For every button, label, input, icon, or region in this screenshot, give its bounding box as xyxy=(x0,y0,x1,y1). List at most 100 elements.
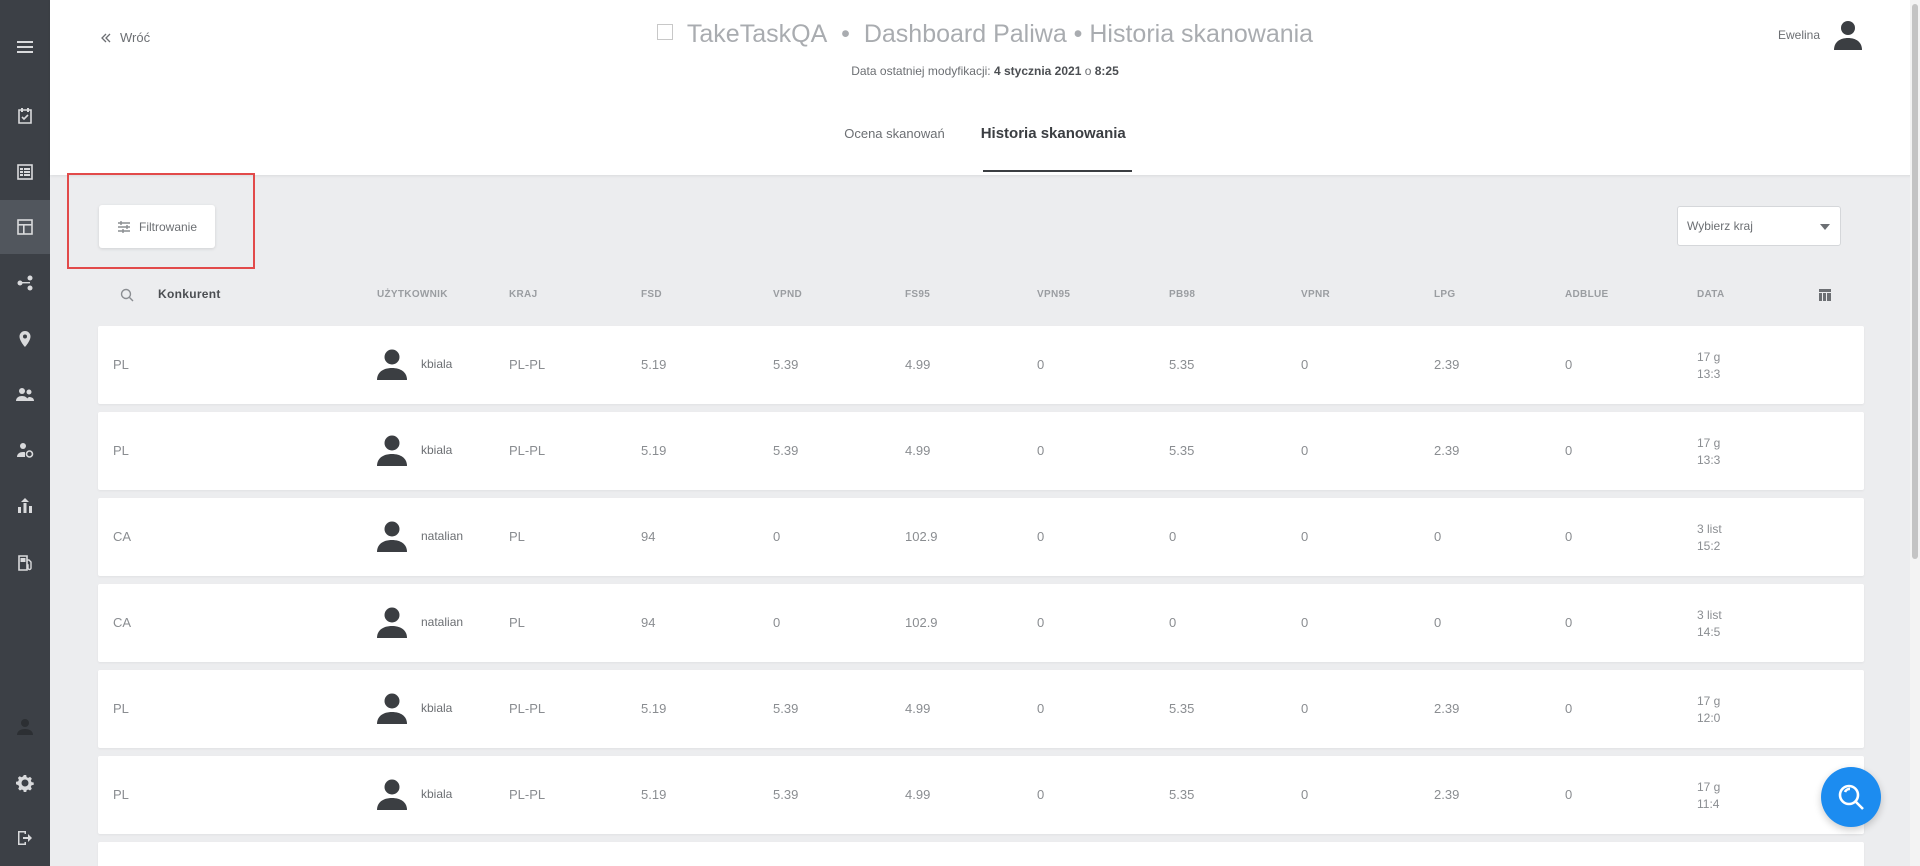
table-row[interactable]: CA natalian PL 94 0 102.9 0 0 0 0 0 3 list 15:2 xyxy=(98,498,1864,576)
page-title-text: Dashboard Paliwa • Historia skanowania xyxy=(863,20,1314,48)
cell-vpnd: 5.39 xyxy=(773,701,799,716)
column-header-competitor[interactable]: Konkurent xyxy=(158,287,221,301)
user-menu[interactable]: Ewelina xyxy=(1778,20,1862,50)
column-header-fsd[interactable]: FSD xyxy=(641,289,662,300)
column-settings-icon[interactable] xyxy=(1818,288,1832,302)
sidebar xyxy=(0,0,50,866)
last-modified-label: Data ostatniej modyfikacji: xyxy=(851,64,991,78)
avatar-icon xyxy=(377,520,407,552)
cell-country: PL xyxy=(509,529,525,544)
cell-fsd: 94 xyxy=(641,615,656,630)
cell-date-day: 17 g xyxy=(1697,694,1721,708)
avatar-icon xyxy=(377,778,407,810)
last-modified-date: 4 stycznia 2021 xyxy=(993,64,1082,78)
menu-icon[interactable] xyxy=(0,20,50,74)
location-icon[interactable] xyxy=(0,312,50,366)
last-modified-time: 8:25 xyxy=(1094,64,1119,78)
fuel-icon[interactable] xyxy=(0,536,50,590)
cell-pb98: 5.35 xyxy=(1169,701,1195,716)
cell-pb98: 5.35 xyxy=(1169,357,1195,372)
user-avatar-icon xyxy=(1834,21,1862,50)
table-row[interactable]: PL kbiala PL-PL 5.19 5.39 4.99 0 5.35 0 2.39 0 17 g… xyxy=(98,756,1864,834)
cell-date-day: 3 list xyxy=(1697,608,1722,622)
scrollbar-thumb[interactable] xyxy=(1912,4,1918,559)
avatar-icon xyxy=(377,606,407,638)
column-header-adblue[interactable]: ADBLUE xyxy=(1565,289,1608,300)
cell-user: natalian xyxy=(421,529,464,543)
cell-vpnr: 0 xyxy=(1301,701,1309,716)
cell-vpnd: 0 xyxy=(773,529,781,544)
cell-vpnd: 5.39 xyxy=(773,787,799,802)
column-header-vpn95[interactable]: VPN95 xyxy=(1037,289,1070,300)
share-icon[interactable] xyxy=(0,256,50,310)
column-header-vpnr[interactable]: VPNR xyxy=(1301,289,1330,300)
cell-lpg: 2.39 xyxy=(1434,357,1460,372)
cell-date: 17 g 12:0 xyxy=(1697,693,1737,727)
cell-vpn95: 0 xyxy=(1037,443,1045,458)
cell-vpn95: 0 xyxy=(1037,701,1045,716)
cell-competitor: CA xyxy=(113,529,132,544)
list-icon[interactable] xyxy=(0,145,50,199)
filter-label: Filtrowanie xyxy=(138,219,198,234)
gear-icon[interactable] xyxy=(0,756,50,810)
column-header-fs95[interactable]: FS95 xyxy=(905,289,930,300)
column-header-country[interactable]: KRAJ xyxy=(509,289,537,300)
profile-icon[interactable] xyxy=(0,700,50,754)
broken-image-icon xyxy=(656,24,673,41)
reports-icon[interactable] xyxy=(0,479,50,533)
cell-country: PL-PL xyxy=(509,787,546,802)
tab-scan-rating[interactable]: Ocena skanowań xyxy=(844,126,944,172)
cell-fs95: 4.99 xyxy=(905,357,931,372)
column-header-lpg[interactable]: LPG xyxy=(1434,289,1455,300)
cell-adblue: 0 xyxy=(1565,615,1573,630)
last-modified-connector: o xyxy=(1084,64,1092,78)
cell-adblue: 0 xyxy=(1565,787,1573,802)
country-select[interactable]: Wybierz kraj xyxy=(1677,206,1841,246)
cell-vpnd: 0 xyxy=(773,615,781,630)
cell-pb98: 5.35 xyxy=(1169,443,1195,458)
cell-vpn95: 0 xyxy=(1037,529,1045,544)
table-row[interactable]: PL kbiala PL-PL 5.19 5.39 4.99 0 5.35 0 2.39 0 17 g… xyxy=(98,670,1864,748)
user-name: Ewelina xyxy=(1777,28,1820,42)
search-fab-button[interactable] xyxy=(1821,767,1881,827)
cell-vpn95: 0 xyxy=(1037,787,1045,802)
cell-vpnr: 0 xyxy=(1301,357,1309,372)
dashboard-icon[interactable] xyxy=(0,200,50,254)
users-icon[interactable] xyxy=(0,367,50,421)
cell-fsd: 5.19 xyxy=(641,701,667,716)
cell-date-time: 13:3 xyxy=(1697,367,1721,381)
table-row[interactable]: PL kbiala PL-PL 5.19 5.39 4.99 0 5.35 0 2.39 0 17 g… xyxy=(98,326,1864,404)
cell-country: PL xyxy=(509,615,525,630)
search-icon xyxy=(1838,784,1864,810)
scrollbar[interactable] xyxy=(1910,0,1920,866)
title-separator: • xyxy=(841,20,850,48)
cell-vpn95: 0 xyxy=(1037,357,1045,372)
filter-button[interactable]: Filtrowanie xyxy=(99,205,215,248)
cell-competitor: PL xyxy=(113,443,129,458)
cell-fsd: 5.19 xyxy=(641,357,667,372)
column-header-user[interactable]: UŻYTKOWNIK xyxy=(377,289,448,300)
cell-pb98: 0 xyxy=(1169,615,1177,630)
search-icon[interactable] xyxy=(120,288,134,302)
caret-down-icon xyxy=(1820,224,1830,230)
column-header-date[interactable]: DATA xyxy=(1697,289,1725,300)
cell-vpnr: 0 xyxy=(1301,443,1309,458)
cell-date-time: 15:2 xyxy=(1697,539,1721,553)
table-row[interactable] xyxy=(98,842,1864,866)
logout-icon[interactable] xyxy=(0,811,50,865)
country-select-placeholder: Wybierz kraj xyxy=(1687,219,1753,233)
cell-date: 17 g 11:4 xyxy=(1697,779,1737,813)
cell-user: kbiala xyxy=(421,357,453,371)
user-settings-icon[interactable] xyxy=(0,423,50,477)
cell-user: kbiala xyxy=(421,787,453,801)
table-row[interactable]: PL kbiala PL-PL 5.19 5.39 4.99 0 5.35 0 2.39 0 17 g… xyxy=(98,412,1864,490)
column-header-vpnd[interactable]: VPND xyxy=(773,289,802,300)
table-row[interactable]: CA natalian PL 94 0 102.9 0 0 0 0 0 3 list 14:5 xyxy=(98,584,1864,662)
cell-date-day: 17 g xyxy=(1697,436,1721,450)
cell-date-day: 17 g xyxy=(1697,350,1721,364)
cell-date: 3 list 15:2 xyxy=(1697,521,1737,555)
cell-lpg: 2.39 xyxy=(1434,787,1460,802)
tasks-icon[interactable] xyxy=(0,89,50,143)
column-header-pb98[interactable]: PB98 xyxy=(1169,289,1195,300)
tab-scan-history[interactable]: Historia skanowania xyxy=(981,125,1132,172)
